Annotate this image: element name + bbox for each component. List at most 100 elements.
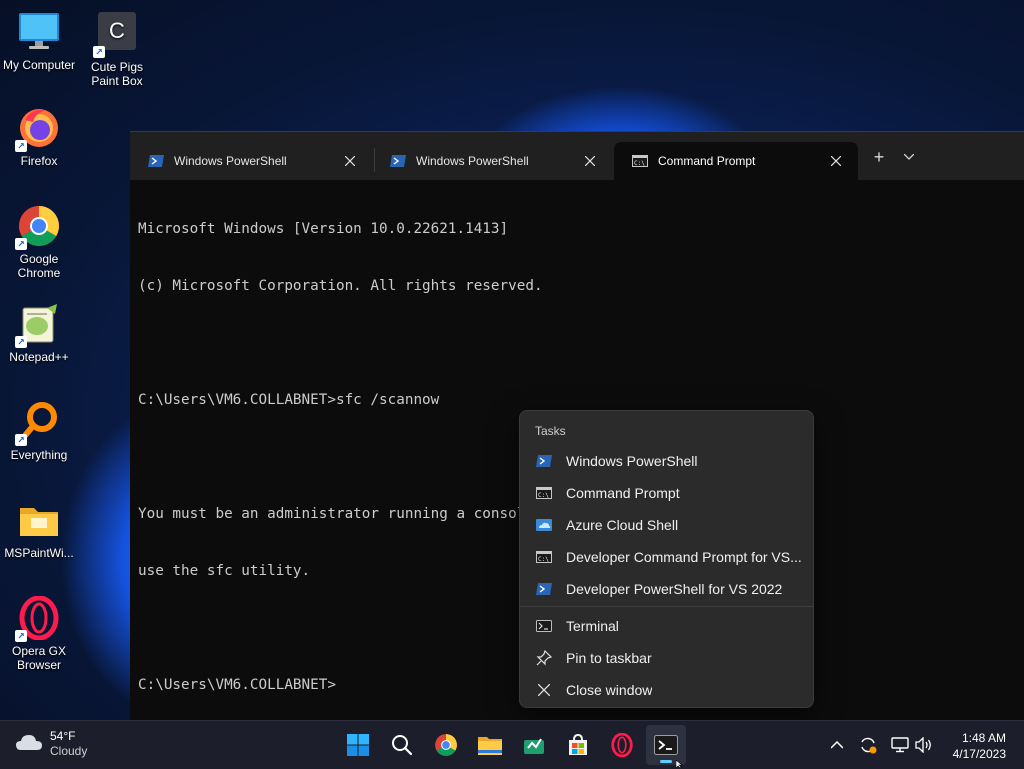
jump-list-item-developer-command-prompt[interactable]: C:\ Developer Command Prompt for VS... xyxy=(524,542,809,572)
show-hidden-icons-button[interactable] xyxy=(827,735,847,755)
jump-list-label: Developer Command Prompt for VS... xyxy=(566,549,802,565)
letter-c-icon: C ↗ xyxy=(93,12,139,58)
desktop-icon-cute-pigs-paint-box[interactable]: C ↗ Cute Pigs Paint Box xyxy=(78,12,156,88)
taskbar-jump-list: Tasks Windows PowerShell C:\ Command Pro… xyxy=(519,410,814,708)
jump-list-label: Pin to taskbar xyxy=(566,650,652,666)
jump-list-item-command-prompt[interactable]: C:\ Command Prompt xyxy=(524,478,809,508)
desktop-icon-label: Firefox xyxy=(20,154,58,168)
weather-condition: Cloudy xyxy=(50,744,88,758)
shortcut-arrow-icon: ↗ xyxy=(93,46,105,58)
search-icon xyxy=(392,735,413,756)
mouse-cursor-icon xyxy=(676,760,683,768)
desktop-icon-label: Notepad++ xyxy=(9,350,69,364)
powershell-icon xyxy=(536,582,552,596)
tab-title: Windows PowerShell xyxy=(174,154,287,168)
magnifier-icon: ↗ xyxy=(15,400,61,446)
search-button[interactable] xyxy=(382,725,422,765)
green-app-icon xyxy=(524,738,544,754)
desktop-icon-firefox[interactable]: ↗ Firefox xyxy=(0,106,78,168)
network-icon xyxy=(891,737,909,753)
volume-icon xyxy=(915,737,931,753)
notepadpp-icon: ↗ xyxy=(15,302,61,348)
desktop-icon-label: My Computer xyxy=(2,58,76,72)
taskbar-microsoft-store[interactable] xyxy=(558,725,598,765)
jump-list-item-developer-powershell[interactable]: Developer PowerShell for VS 2022 xyxy=(524,574,809,604)
jump-list-item-terminal[interactable]: Terminal xyxy=(524,611,809,641)
shortcut-arrow-icon: ↗ xyxy=(15,630,27,642)
active-app-indicator xyxy=(660,760,672,763)
start-icon xyxy=(347,734,369,756)
cloud-icon xyxy=(16,733,42,756)
tab-command-prompt[interactable]: C:\ Command Prompt xyxy=(614,142,858,180)
file-explorer-icon xyxy=(478,737,502,755)
jump-list-label: Command Prompt xyxy=(566,485,680,501)
jump-list-header: Tasks xyxy=(535,424,566,438)
weather-widget[interactable]: 54°F Cloudy xyxy=(16,729,87,759)
shortcut-arrow-icon: ↗ xyxy=(15,238,27,250)
cmd-icon: C:\ xyxy=(536,550,552,564)
shortcut-arrow-icon: ↗ xyxy=(15,434,27,446)
jump-list-item-azure-cloud-shell[interactable]: Azure Cloud Shell xyxy=(524,510,809,540)
powershell-icon xyxy=(390,155,406,167)
taskbar-chrome[interactable] xyxy=(426,725,466,765)
tab-windows-powershell-1[interactable]: Windows PowerShell xyxy=(130,142,372,180)
taskbar-terminal[interactable] xyxy=(646,725,686,765)
close-tab-icon[interactable] xyxy=(582,153,598,169)
monitor-icon xyxy=(17,10,61,54)
sync-icon xyxy=(861,737,877,754)
cmd-icon: C:\ xyxy=(632,155,648,167)
jump-list-label: Windows PowerShell xyxy=(566,453,698,469)
volume-tray-icon[interactable] xyxy=(914,735,934,755)
start-button[interactable] xyxy=(338,725,378,765)
folder-icon xyxy=(17,498,61,542)
tab-windows-powershell-2[interactable]: Windows PowerShell xyxy=(372,142,612,180)
chrome-icon xyxy=(435,734,457,756)
sync-tray-icon[interactable] xyxy=(858,735,878,755)
svg-text:C:\: C:\ xyxy=(634,160,645,167)
desktop-icon-google-chrome[interactable]: ↗ Google Chrome xyxy=(0,204,78,280)
jump-list-item-windows-powershell[interactable]: Windows PowerShell xyxy=(524,446,809,476)
taskbar-green-app[interactable] xyxy=(514,725,554,765)
powershell-icon xyxy=(536,454,552,468)
powershell-icon xyxy=(148,155,164,167)
clock-time: 1:48 AM xyxy=(961,731,1006,745)
desktop-icon-label: Cute Pigs Paint Box xyxy=(90,60,144,88)
chevron-up-icon xyxy=(831,741,843,749)
close-tab-icon[interactable] xyxy=(342,153,358,169)
desktop-icon-label: Google Chrome xyxy=(17,252,61,280)
network-tray-icon[interactable] xyxy=(890,735,910,755)
jump-list-label: Azure Cloud Shell xyxy=(566,517,679,533)
new-tab-button[interactable]: + xyxy=(867,146,891,168)
desktop-icon-notepad-plus-plus[interactable]: ↗ Notepad++ xyxy=(0,302,78,364)
jump-list-label: Terminal xyxy=(566,618,619,634)
shortcut-arrow-icon: ↗ xyxy=(15,336,27,348)
taskbar-clock[interactable]: 1:48 AM 4/17/2023 xyxy=(953,730,1006,762)
desktop-icon-mspaint-folder[interactable]: MSPaintWi... xyxy=(0,498,78,560)
tab-bar[interactable]: Windows PowerShell Windows PowerShell C:… xyxy=(130,132,1024,180)
shortcut-arrow-icon: ↗ xyxy=(15,140,27,152)
desktop-icon-everything[interactable]: ↗ Everything xyxy=(0,400,78,462)
desktop-icon-opera-gx[interactable]: ↗ Opera GX Browser xyxy=(0,595,78,672)
taskbar-opera-gx[interactable] xyxy=(602,725,642,765)
console-line: C:\Users\VM6.COLLABNET>sfc /scannow xyxy=(138,392,440,408)
desktop-icon-label: MSPaintWi... xyxy=(4,546,74,560)
taskbar: 54°F Cloudy 1:48 AM 4/17/2023 xyxy=(0,720,1024,769)
close-tab-icon[interactable] xyxy=(828,153,844,169)
pin-icon xyxy=(536,650,552,666)
console-line: (c) Microsoft Corporation. All rights re… xyxy=(138,278,543,294)
terminal-icon xyxy=(536,619,552,633)
jump-list-divider xyxy=(520,606,813,607)
desktop-icon-label: Opera GX Browser xyxy=(11,644,67,672)
close-icon xyxy=(536,683,552,697)
jump-list-item-pin-to-taskbar[interactable]: Pin to taskbar xyxy=(524,643,809,673)
jump-list-item-close-window[interactable]: Close window xyxy=(524,675,809,705)
firefox-icon: ↗ xyxy=(15,106,61,152)
desktop-icon-label: Everything xyxy=(10,448,68,462)
desktop-icon-my-computer[interactable]: My Computer xyxy=(0,10,78,72)
tab-title: Command Prompt xyxy=(658,154,756,168)
jump-list-label: Developer PowerShell for VS 2022 xyxy=(566,581,783,597)
clock-date: 4/17/2023 xyxy=(952,747,1006,761)
tab-dropdown-button[interactable] xyxy=(897,146,921,168)
taskbar-file-explorer[interactable] xyxy=(470,725,510,765)
